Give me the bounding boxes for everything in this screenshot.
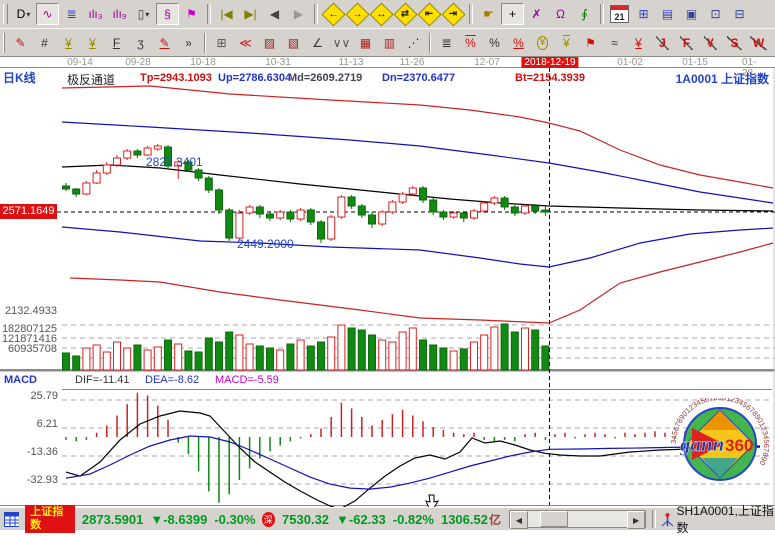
scrollbar-thumb[interactable] bbox=[540, 511, 568, 527]
quote-grid-icon[interactable] bbox=[4, 512, 19, 527]
turnover-value: 1306.52 bbox=[441, 512, 488, 527]
shenzhen-index-change: ▼-62.33 bbox=[336, 512, 386, 527]
scrollbar-track[interactable] bbox=[528, 511, 627, 527]
shenzhen-index-price: 7530.32 bbox=[282, 512, 329, 527]
annotation-low-price: 2449.2000 bbox=[237, 237, 294, 251]
main-chart[interactable] bbox=[0, 0, 775, 529]
shenzhen-badge[interactable]: 深 bbox=[262, 512, 276, 527]
last-price-tag: 2571.1649 bbox=[0, 204, 57, 219]
status-bar: 上证指数 2873.5901 ▼-8.6399 -0.30% 深 7530.32… bbox=[0, 507, 775, 530]
antenna-icon bbox=[661, 512, 673, 527]
logo-brand-text: gann bbox=[679, 432, 724, 456]
cursor-date-label: 2018-12-19 bbox=[521, 57, 578, 68]
shanghai-index-change: ▼-8.6399 bbox=[150, 512, 207, 527]
shanghai-index-percent: -0.30% bbox=[214, 512, 255, 527]
shenzhen-index-percent: -0.82% bbox=[393, 512, 434, 527]
annotation-high-price: 2827.3401 bbox=[146, 155, 203, 169]
horizontal-scrollbar[interactable]: ◀ ▶ bbox=[509, 510, 646, 528]
shanghai-index-price: 2873.5901 bbox=[82, 512, 143, 527]
scroll-left-button[interactable]: ◀ bbox=[510, 511, 528, 529]
turnover-unit: 亿 bbox=[489, 511, 501, 528]
current-symbol-code: SH1A0001,上证指数 bbox=[677, 502, 775, 536]
gann360-logo: 34567890123456789012345678901234567890 g… bbox=[668, 398, 775, 492]
scroll-right-button[interactable]: ▶ bbox=[627, 511, 645, 529]
statusbar-separator bbox=[652, 510, 656, 528]
logo-number-text: 360 bbox=[725, 436, 753, 455]
